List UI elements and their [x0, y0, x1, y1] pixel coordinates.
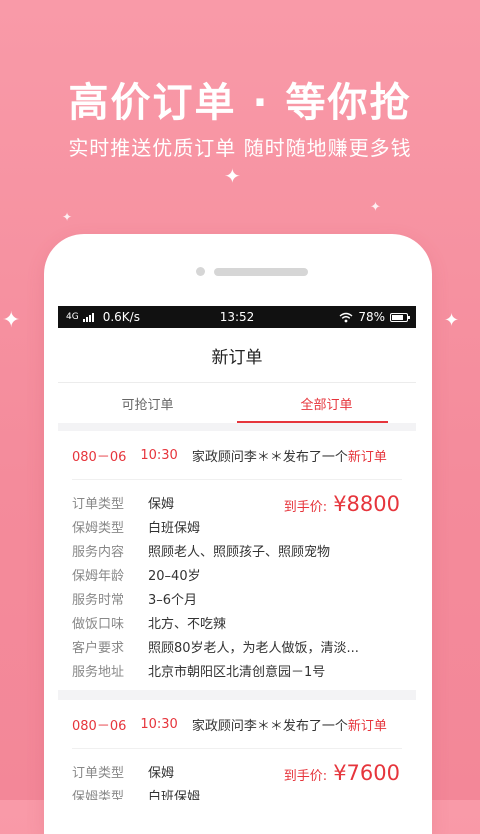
detail-value: 白班保姆 [148, 789, 201, 801]
tab-bar: 可抢订单 全部订单 [58, 383, 416, 423]
detail-value: 保姆 [148, 765, 175, 781]
detail-row: 保姆类型 白班保姆 [72, 514, 402, 538]
order-card[interactable]: 080－06 10:30 家政顾问李＊＊发布了一个 新订单 到手价: ¥7600… [58, 700, 416, 800]
nav-bar: 新订单 [58, 328, 416, 383]
detail-label: 保姆年龄 [72, 568, 125, 584]
order-time: 10:30 [140, 716, 178, 732]
order-header: 080－06 10:30 家政顾问李＊＊发布了一个 新订单 [72, 431, 402, 480]
battery-icon [390, 312, 410, 322]
detail-row: 保姆年龄 20–40岁 [72, 562, 402, 586]
tab-all-orders[interactable]: 全部订单 [237, 383, 416, 423]
signal-icon [82, 312, 94, 322]
order-text: 家政顾问李＊＊发布了一个 [191, 718, 348, 734]
page-title: 新订单 [211, 347, 263, 368]
order-date: 080－06 [72, 718, 127, 734]
sparkle-icon: ✦ [370, 200, 381, 215]
detail-row: 客户要求 照顾80岁老人，为老人做饭，清淡... [72, 634, 402, 658]
detail-value: 照顾80岁老人，为老人做饭，清淡... [148, 640, 359, 656]
order-details: 到手价: ¥8800 订单类型 保姆 保姆类型 白班保姆 服务内容 照顾老人、照顾孩子… [72, 480, 402, 690]
detail-label: 做饭口味 [72, 616, 125, 632]
detail-label: 保姆类型 [72, 789, 125, 801]
detail-label: 订单类型 [72, 496, 125, 512]
detail-row: 服务内容 照顾老人、照顾孩子、照顾宠物 [72, 538, 402, 562]
hero-title: 高价订单 · 等你抢 [68, 80, 412, 126]
detail-label: 客户要求 [72, 640, 125, 656]
battery-percent: 78% [358, 310, 385, 324]
tab-grabbable-orders[interactable]: 可抢订单 [58, 383, 237, 423]
detail-label: 订单类型 [72, 765, 125, 781]
order-price: 到手价: ¥7600 [284, 761, 400, 785]
order-new-label: 新订单 [347, 718, 387, 734]
wifi-icon [339, 312, 353, 322]
order-date: 080－06 [72, 449, 127, 465]
detail-value: 照顾老人、照顾孩子、照顾宠物 [148, 544, 331, 560]
order-card[interactable]: 080－06 10:30 家政顾问李＊＊发布了一个 新订单 到手价: ¥8800… [58, 431, 416, 690]
detail-label: 服务内容 [72, 544, 125, 560]
detail-value: 3–6个月 [148, 592, 198, 608]
sparkle-icon: ✦ [444, 310, 460, 331]
detail-value: 北京市朝阳区北清创意园－1号 [148, 664, 326, 680]
detail-row: 保姆类型 白班保姆 [72, 783, 402, 801]
phone-camera [196, 267, 205, 276]
sparkle-icon: ✦ [2, 308, 21, 333]
order-time: 10:30 [140, 447, 178, 463]
order-header: 080－06 10:30 家政顾问李＊＊发布了一个 新订单 [72, 700, 402, 749]
order-text: 家政顾问李＊＊发布了一个 [191, 449, 348, 465]
price-label: 到手价: [283, 769, 328, 784]
detail-label: 服务地址 [72, 664, 125, 680]
detail-label: 保姆类型 [72, 520, 125, 536]
price-value: ¥8800 [333, 492, 400, 516]
order-details: 到手价: ¥7600 订单类型 保姆 保姆类型 白班保姆 [72, 749, 402, 800]
detail-value: 20–40岁 [148, 568, 201, 584]
sparkle-icon: ✦ [224, 164, 241, 188]
detail-value: 保姆 [148, 496, 175, 512]
phone-speaker [214, 268, 308, 276]
network-speed: 0.6K/s [102, 310, 140, 324]
price-label: 到手价: [283, 500, 328, 515]
price-value: ¥7600 [333, 761, 400, 785]
detail-label: 服务时常 [72, 592, 125, 608]
detail-row: 服务地址 北京市朝阳区北清创意园－1号 [72, 658, 402, 682]
order-list: 080－06 10:30 家政顾问李＊＊发布了一个 新订单 到手价: ¥8800… [58, 423, 416, 800]
order-new-label: 新订单 [347, 449, 387, 465]
detail-value: 北方、不吃辣 [148, 616, 227, 632]
detail-row: 做饭口味 北方、不吃辣 [72, 610, 402, 634]
detail-value: 白班保姆 [148, 520, 201, 536]
detail-row: 服务时常 3–6个月 [72, 586, 402, 610]
network-type: 4G [66, 312, 79, 322]
app-screen: 4G 0.6K/s 13:52 78% 新订单 可抢订单 全部订单 080－06… [58, 306, 416, 800]
sparkle-icon: ✦ [62, 210, 73, 224]
order-price: 到手价: ¥8800 [284, 492, 400, 516]
status-bar: 4G 0.6K/s 13:52 78% [58, 306, 416, 328]
hero-subtitle: 实时推送优质订单 随时随地赚更多钱 [68, 136, 412, 160]
